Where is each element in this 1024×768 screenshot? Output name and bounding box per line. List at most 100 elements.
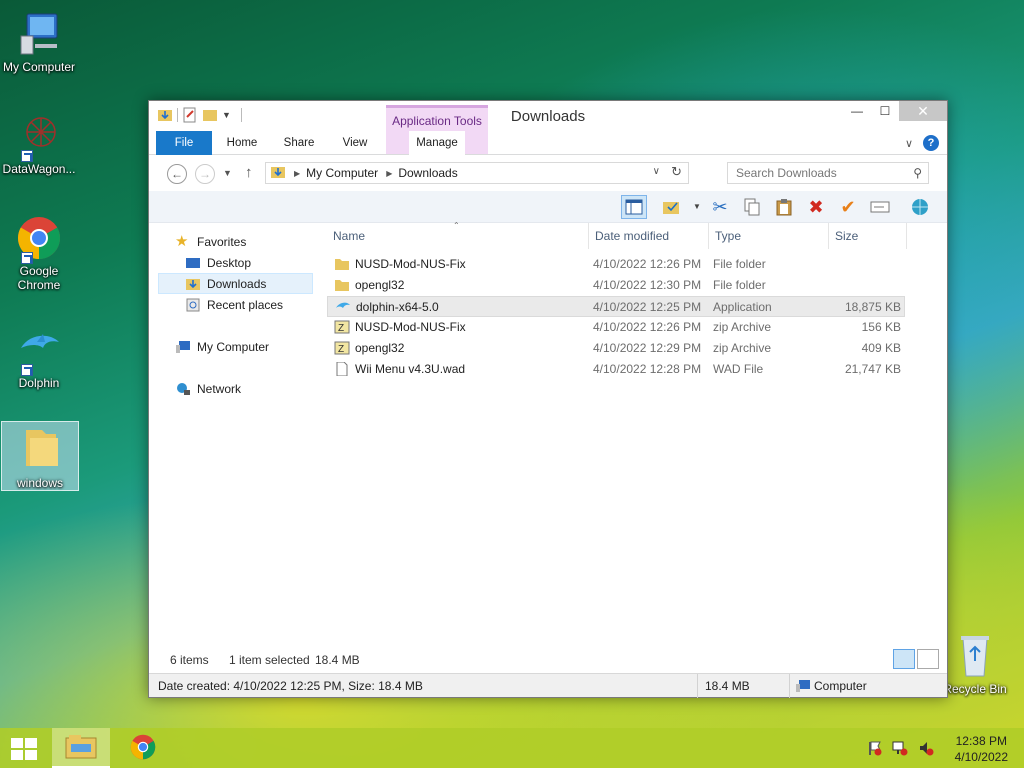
tab-home[interactable]: Home [221,131,263,155]
desktop-icon-label: windows [16,476,64,490]
file-date: 4/10/2022 12:26 PM [593,257,702,271]
view-options-dropdown-icon[interactable]: ▼ [693,202,701,211]
file-size: 409 KB [861,341,901,355]
file-row[interactable]: Z NUSD-Mod-NUS-Fix 4/10/2022 12:26 PM zi… [327,317,905,338]
dolphin-icon [15,326,63,376]
column-header-type[interactable]: Type [709,223,829,249]
breadcrumb-chevron-icon: ▶ [294,168,301,178]
ribbon-controls: ∨ ? [905,135,939,151]
file-row-selected[interactable]: dolphin-x64-5.0 4/10/2022 12:25 PM Appli… [327,296,905,317]
tab-share[interactable]: Share [279,131,319,155]
zip-archive-icon: Z [334,341,350,355]
large-icons-view-icon[interactable] [917,649,939,669]
desktop-icon-label: Dolphin [18,376,60,390]
minimize-icon[interactable]: — [843,101,871,121]
explorer-window: ▼ Application Tools Downloads — ☐ ✕ File… [148,100,948,698]
clock[interactable]: 12:38 PM 4/10/2022 [955,733,1008,765]
file-size: 156 KB [861,320,901,334]
refresh-icon[interactable]: ↻ [671,164,682,180]
checkmark-icon[interactable]: ✔ [835,195,861,219]
column-header-date-modified[interactable]: Date modified [589,223,709,249]
details-view-icon[interactable] [893,649,915,669]
desktop-icon-datawagon[interactable]: DataWagon... [0,112,78,176]
address-bar[interactable]: ▶ My Computer ▶ Downloads ∨ ↻ [265,162,689,184]
cut-icon[interactable]: ✂ [707,195,733,219]
sidebar-item-network[interactable]: Network [175,378,241,399]
file-name: opengl32 [355,341,405,355]
up-icon[interactable]: ↑ [245,164,253,181]
details-info: Date created: 4/10/2022 12:25 PM, Size: … [158,679,423,693]
file-row[interactable]: NUSD-Mod-NUS-Fix 4/10/2022 12:26 PM File… [327,254,905,275]
back-icon[interactable]: ← [167,164,187,184]
navigation-bar: ← → ▼ ↑ ▶ My Computer ▶ Downloads ∨ ↻ Se… [149,157,947,191]
title-bar[interactable]: ▼ Application Tools Downloads — ☐ ✕ [149,101,947,155]
maximize-icon[interactable]: ☐ [871,101,899,121]
check-folder-icon[interactable] [659,195,685,219]
breadcrumb-my-computer[interactable]: My Computer [306,166,378,180]
taskbar-file-explorer[interactable] [52,728,110,768]
navigation-pane: ★ Favorites Desktop Downloads Recent pla… [149,223,321,643]
copy-icon[interactable] [739,195,765,219]
desktop-icon-windows-folder[interactable]: windows [1,421,79,491]
tab-file[interactable]: File [156,131,212,155]
file-list: ⌃ Name Date modified Type Size NUSD-Mod-… [327,221,941,643]
folder-icon [16,426,64,474]
desktop-icon [185,256,201,270]
close-icon[interactable]: ✕ [899,101,947,121]
details-location: Computer [814,679,867,693]
rename-icon[interactable] [867,195,893,219]
network-status-icon[interactable] [892,740,908,756]
file-date: 4/10/2022 12:28 PM [593,362,702,376]
volume-muted-icon[interactable] [918,740,934,756]
search-placeholder: Search Downloads [736,166,837,180]
search-input[interactable]: Search Downloads ⚲ [727,162,929,184]
file-date: 4/10/2022 12:30 PM [593,278,702,292]
search-icon[interactable]: ⚲ [913,163,922,183]
dolphin-app-icon [335,300,351,314]
network-globe-icon[interactable] [907,195,933,219]
desktop-icon-dolphin[interactable]: Dolphin [0,326,78,390]
sidebar-item-downloads[interactable]: Downloads [158,273,313,294]
nav-favorites-label: Favorites [197,234,247,249]
shortcut-arrow-icon [21,364,33,376]
delete-icon[interactable]: ✖ [803,195,829,219]
ribbon-tabs: File Home Share View Manage [149,131,947,155]
sidebar-item-label: My Computer [197,339,270,354]
svg-text:Z: Z [338,323,344,334]
tab-view[interactable]: View [337,131,373,155]
sidebar-item-desktop[interactable]: Desktop [185,252,251,273]
file-row[interactable]: Wii Menu v4.3U.wad 4/10/2022 12:28 PM WA… [327,359,905,380]
file-type: zip Archive [713,320,772,334]
file-row[interactable]: Z opengl32 4/10/2022 12:29 PM zip Archiv… [327,338,905,359]
desktop-icon-my-computer[interactable]: My Computer [0,10,78,74]
sidebar-item-label: Network [197,381,242,396]
column-header-name[interactable]: Name [327,223,589,249]
taskbar-chrome[interactable] [114,728,172,768]
help-icon[interactable]: ? [923,135,939,151]
address-dropdown-icon[interactable]: ∨ [653,166,660,177]
forward-icon[interactable]: → [195,164,215,184]
recent-locations-icon[interactable]: ▼ [223,168,232,178]
folder-icon [334,257,350,271]
folder-down-icon [270,165,286,182]
paste-icon[interactable] [771,195,797,219]
recent-places-icon [185,298,201,312]
action-center-flag-icon[interactable] [866,740,882,756]
preview-pane-icon[interactable] [621,195,647,219]
sidebar-item-my-computer[interactable]: My Computer [175,336,269,357]
expand-ribbon-icon[interactable]: ∨ [905,137,913,150]
taskbar: 12:38 PM 4/10/2022 [0,728,1024,768]
folder-down-icon [185,277,201,291]
datawagon-icon [15,112,63,162]
nav-favorites[interactable]: ★ Favorites [175,231,246,252]
tab-manage[interactable]: Manage [409,131,465,155]
window-title: Downloads [510,108,586,125]
windows-start-icon[interactable] [10,737,38,761]
sidebar-item-recent-places[interactable]: Recent places [185,294,283,315]
file-name: dolphin-x64-5.0 [356,300,439,314]
network-icon [175,382,191,396]
breadcrumb-downloads[interactable]: Downloads [398,166,457,180]
column-header-size[interactable]: Size [829,223,907,249]
desktop-icon-chrome[interactable]: Google Chrome [0,214,78,292]
file-row[interactable]: opengl32 4/10/2022 12:30 PM File folder [327,275,905,296]
